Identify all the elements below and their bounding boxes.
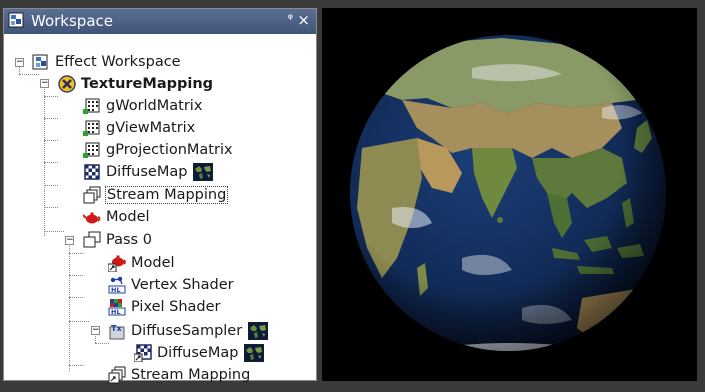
collapse-root-toggle[interactable]: − — [15, 58, 24, 67]
tree-item-pixel-shader[interactable]: HL Pixel Shader — [108, 296, 222, 317]
matrix-variable-icon — [83, 120, 100, 136]
collapse-pass-toggle[interactable]: − — [65, 236, 74, 245]
texture-link-icon — [134, 343, 152, 362]
tree-item-pass-stream-mapping[interactable]: Stream Mapping — [108, 364, 251, 385]
stream-mapping-icon — [83, 186, 101, 203]
svg-text:HL: HL — [111, 308, 121, 316]
tree-item-pass-0[interactable]: Pass 0 — [83, 229, 153, 250]
tree-item-effect-workspace[interactable]: Effect Workspace — [32, 51, 182, 72]
tree-item-vertex-shader[interactable]: HL Vertex Shader — [108, 274, 235, 295]
workspace-icon — [32, 54, 48, 69]
effect-tree: − − − − Effect Workspace TextureMapping — [4, 34, 316, 383]
svg-text:HL: HL — [111, 286, 121, 294]
tree-label: DiffuseMap — [157, 344, 239, 361]
earth-globe — [350, 35, 666, 351]
tree-item-gviewmatrix[interactable]: gViewMatrix — [83, 117, 196, 138]
texture-thumbnail-icon — [248, 321, 269, 340]
tree-item-model[interactable]: Model — [83, 206, 151, 227]
render-viewport[interactable] — [322, 8, 697, 381]
tree-label: TextureMapping — [81, 75, 214, 92]
tree-item-diffusesampler[interactable]: Tx DiffuseSampler — [108, 320, 269, 341]
matrix-variable-icon — [83, 142, 100, 158]
tree-item-gprojectionmatrix[interactable]: gProjectionMatrix — [83, 139, 234, 160]
workspace-icon — [8, 12, 24, 28]
workspace-title: Workspace — [31, 12, 113, 30]
teapot-model-icon — [83, 212, 101, 223]
tree-label: gWorldMatrix — [106, 97, 203, 114]
tree-label: Stream Mapping — [105, 185, 229, 204]
svg-text:Tx: Tx — [111, 324, 122, 333]
tree-label: Model — [131, 254, 175, 271]
tree-item-pass-model[interactable]: Model — [108, 252, 176, 273]
tree-label: Pixel Shader — [131, 298, 221, 315]
tree-label: gViewMatrix — [106, 119, 196, 136]
tree-label: Vertex Shader — [131, 276, 234, 293]
collapse-effect-toggle[interactable]: − — [40, 79, 49, 88]
tree-item-texture-mapping[interactable]: TextureMapping — [58, 73, 214, 94]
pin-icon[interactable]: ᵠ — [288, 12, 293, 27]
teapot-model-link-icon — [108, 255, 126, 272]
stream-mapping-link-icon — [108, 366, 126, 383]
effect-icon — [58, 74, 76, 93]
tree-label: Model — [106, 208, 150, 225]
tree-label: Stream Mapping — [131, 366, 251, 383]
sampler-icon: Tx — [109, 324, 125, 339]
tree-item-sampler-diffusemap[interactable]: DiffuseMap — [134, 342, 265, 363]
tree-label: DiffuseSampler — [131, 322, 243, 339]
workspace-title-bar[interactable]: Workspace ᵠ × — [4, 9, 316, 34]
matrix-variable-icon — [83, 98, 100, 114]
tree-item-stream-mapping[interactable]: Stream Mapping — [83, 184, 229, 205]
vertex-shader-icon: HL — [108, 276, 126, 294]
pixel-shader-icon: HL — [108, 298, 126, 316]
collapse-sampler-toggle[interactable]: − — [91, 326, 100, 335]
workspace-panel: Workspace ᵠ × − − − − Effect Workspace T… — [3, 8, 317, 383]
tree-item-diffusemap[interactable]: DiffuseMap — [83, 161, 214, 182]
tree-label: Pass 0 — [106, 231, 152, 248]
texture-thumbnail-icon — [193, 162, 214, 181]
tree-label: DiffuseMap — [106, 163, 188, 180]
pass-icon — [83, 231, 101, 247]
close-icon[interactable]: × — [297, 11, 310, 29]
texture-icon — [84, 163, 100, 180]
tree-label: gProjectionMatrix — [106, 141, 233, 158]
tree-label: Effect Workspace — [55, 53, 181, 70]
tree-item-gworldmatrix[interactable]: gWorldMatrix — [83, 95, 203, 116]
texture-thumbnail-icon — [244, 343, 265, 362]
